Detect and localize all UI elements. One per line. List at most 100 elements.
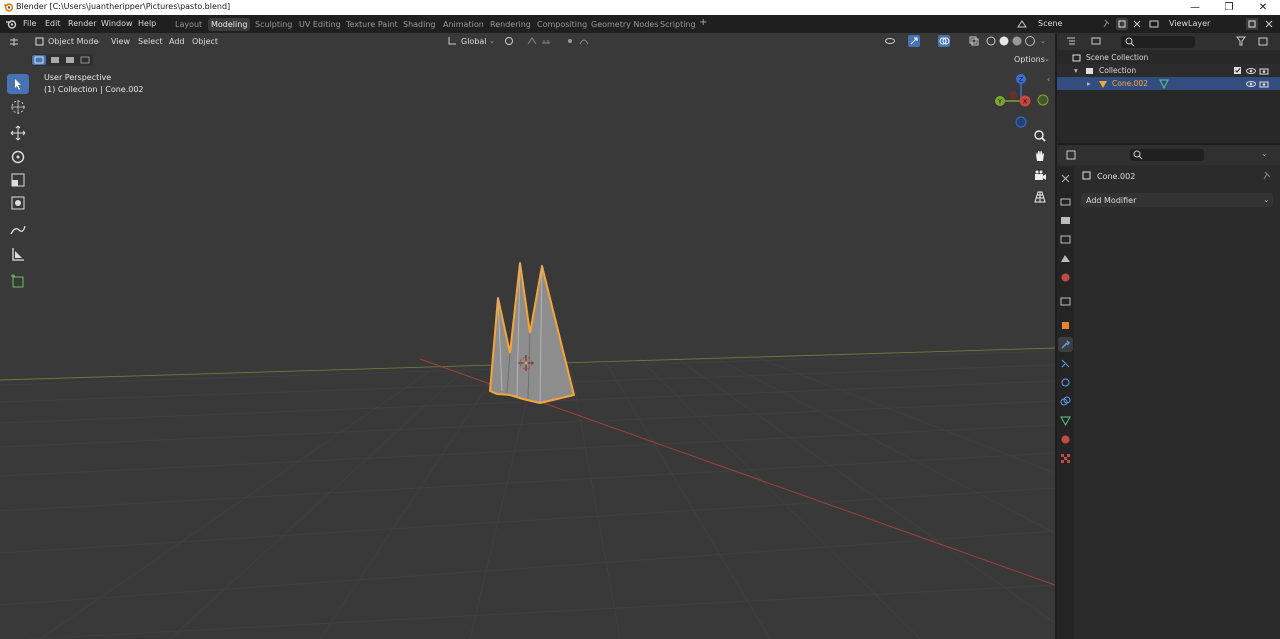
camera-view-icon[interactable] bbox=[1032, 168, 1048, 184]
modifier-tab-icon[interactable] bbox=[1058, 337, 1073, 352]
tool-tab-icon[interactable] bbox=[1058, 171, 1073, 186]
proportional-editing-icon[interactable] bbox=[564, 35, 576, 47]
tab-compositing[interactable]: Compositing bbox=[534, 18, 590, 31]
annotate-tool[interactable] bbox=[7, 220, 29, 240]
perspective-toggle-icon[interactable] bbox=[1032, 189, 1048, 205]
material-preview-icon[interactable] bbox=[1011, 35, 1023, 47]
xray-toggle-icon[interactable] bbox=[968, 35, 980, 47]
new-view-layer-icon[interactable] bbox=[1246, 18, 1258, 30]
transform-tool[interactable] bbox=[7, 193, 29, 213]
outliner-row-cone[interactable]: ▸ Cone.002 bbox=[1057, 77, 1280, 90]
camera-icon[interactable] bbox=[1258, 78, 1270, 90]
outliner-editor-icon[interactable] bbox=[1065, 35, 1077, 47]
add-workspace-button[interactable]: + bbox=[699, 17, 707, 28]
rotate-tool[interactable] bbox=[7, 147, 29, 167]
select-box-tool[interactable] bbox=[7, 74, 29, 94]
3d-viewport[interactable]: Object Mode ⌄ View Select Add Object Glo… bbox=[0, 33, 1055, 639]
mesh-data-tab-icon[interactable] bbox=[1058, 413, 1073, 428]
material-tab-icon[interactable] bbox=[1058, 432, 1073, 447]
tab-modeling[interactable]: Modeling bbox=[208, 18, 251, 31]
eye-icon[interactable] bbox=[1245, 78, 1257, 90]
menu-select[interactable]: Select bbox=[138, 37, 163, 46]
menu-render[interactable]: Render bbox=[68, 19, 96, 28]
filter-icon[interactable] bbox=[1235, 35, 1247, 47]
delete-view-layer-icon[interactable] bbox=[1263, 18, 1275, 30]
mode-selector[interactable]: Object Mode bbox=[48, 37, 98, 46]
expand-arrow-icon[interactable]: ▸ bbox=[1087, 79, 1091, 88]
outliner-row-collection[interactable]: ▾ Collection bbox=[1057, 64, 1280, 77]
outliner-row-scene-collection[interactable]: Scene Collection bbox=[1057, 51, 1280, 64]
render-tab-icon[interactable] bbox=[1058, 194, 1073, 209]
tab-geometry-nodes[interactable]: Geometry Nodes bbox=[588, 18, 661, 31]
options-menu[interactable]: Options bbox=[1014, 55, 1045, 64]
checkbox-icon[interactable] bbox=[1232, 65, 1244, 77]
tab-scripting[interactable]: Scripting bbox=[657, 18, 699, 31]
chevron-down-icon[interactable]: ⌄ bbox=[1040, 37, 1046, 45]
maximize-button[interactable]: ❐ bbox=[1212, 0, 1246, 15]
constraints-tab-icon[interactable] bbox=[1058, 394, 1073, 409]
pin-icon[interactable] bbox=[1261, 170, 1273, 182]
add-cube-tool[interactable] bbox=[7, 271, 29, 291]
tab-rendering[interactable]: Rendering bbox=[487, 18, 534, 31]
scene-tab-icon[interactable] bbox=[1058, 251, 1073, 266]
transform-orientation-selector[interactable]: Global bbox=[461, 37, 487, 46]
delete-scene-icon[interactable] bbox=[1131, 18, 1143, 30]
wireframe-shading-icon[interactable] bbox=[985, 35, 997, 47]
chevron-down-icon[interactable]: ⌄ bbox=[1261, 149, 1268, 158]
cursor-tool[interactable] bbox=[7, 97, 29, 117]
tab-animation[interactable]: Animation bbox=[440, 18, 487, 31]
rendered-shading-icon[interactable] bbox=[1024, 35, 1036, 47]
menu-add[interactable]: Add bbox=[169, 37, 185, 46]
gizmo-toggle-icon[interactable] bbox=[908, 35, 920, 47]
tab-texture-paint[interactable]: Texture Paint bbox=[343, 18, 401, 31]
overlay-toggle-icon[interactable] bbox=[938, 35, 950, 47]
expand-arrow-icon[interactable]: ▾ bbox=[1074, 66, 1078, 75]
minimize-button[interactable]: — bbox=[1178, 0, 1212, 15]
tab-sculpting[interactable]: Sculpting bbox=[252, 18, 295, 31]
sidebar-toggle-icon[interactable]: ‹ bbox=[1047, 75, 1050, 84]
solid-shading-icon[interactable] bbox=[998, 35, 1010, 47]
scene-icon[interactable] bbox=[1016, 18, 1028, 30]
pin-icon[interactable] bbox=[1101, 18, 1113, 30]
zoom-icon[interactable] bbox=[1032, 128, 1048, 144]
menu-edit[interactable]: Edit bbox=[45, 19, 61, 28]
output-tab-icon[interactable] bbox=[1058, 213, 1073, 228]
collection-tab-icon[interactable] bbox=[1058, 294, 1073, 309]
particles-tab-icon[interactable] bbox=[1058, 356, 1073, 371]
close-button[interactable]: ✕ bbox=[1246, 0, 1280, 15]
measure-tool[interactable] bbox=[7, 244, 29, 264]
menu-window[interactable]: Window bbox=[101, 19, 133, 28]
navigation-gizmo[interactable]: Z Y X bbox=[988, 71, 1050, 131]
view-layer-tab-icon[interactable] bbox=[1058, 232, 1073, 247]
object-tab-icon[interactable] bbox=[1058, 318, 1073, 333]
display-mode-icon[interactable] bbox=[1090, 35, 1102, 47]
menu-view[interactable]: View bbox=[111, 37, 130, 46]
cone-object[interactable] bbox=[489, 262, 575, 404]
properties-editor-icon[interactable] bbox=[1065, 149, 1077, 161]
world-tab-icon[interactable] bbox=[1058, 270, 1073, 285]
eye-icon[interactable] bbox=[1245, 65, 1257, 77]
viewport-scene[interactable] bbox=[0, 33, 1055, 639]
tab-uv-editing[interactable]: UV Editing bbox=[296, 18, 344, 31]
snap-target-icon[interactable] bbox=[540, 35, 552, 47]
visibility-filter-icon[interactable] bbox=[884, 35, 896, 47]
snap-icon[interactable] bbox=[526, 35, 538, 47]
falloff-icon[interactable] bbox=[578, 35, 590, 47]
tab-shading[interactable]: Shading bbox=[400, 18, 439, 31]
menu-object[interactable]: Object bbox=[192, 37, 218, 46]
texture-tab-icon[interactable] bbox=[1058, 451, 1073, 466]
view-layer-icon[interactable] bbox=[1148, 18, 1160, 30]
tab-layout[interactable]: Layout bbox=[172, 18, 205, 31]
scale-tool[interactable] bbox=[7, 170, 29, 190]
blender-menu-icon[interactable] bbox=[5, 18, 17, 30]
menu-file[interactable]: File bbox=[23, 19, 36, 28]
physics-tab-icon[interactable] bbox=[1058, 375, 1073, 390]
add-modifier-button[interactable]: Add Modifier ⌄ bbox=[1081, 193, 1273, 207]
new-scene-icon[interactable] bbox=[1116, 18, 1128, 30]
view-layer-field[interactable]: ViewLayer bbox=[1166, 18, 1246, 30]
pivot-point-icon[interactable] bbox=[503, 35, 515, 47]
move-tool[interactable] bbox=[7, 123, 29, 143]
editor-type-icon[interactable] bbox=[8, 36, 20, 48]
pan-hand-icon[interactable] bbox=[1032, 148, 1048, 164]
camera-icon[interactable] bbox=[1258, 65, 1270, 77]
